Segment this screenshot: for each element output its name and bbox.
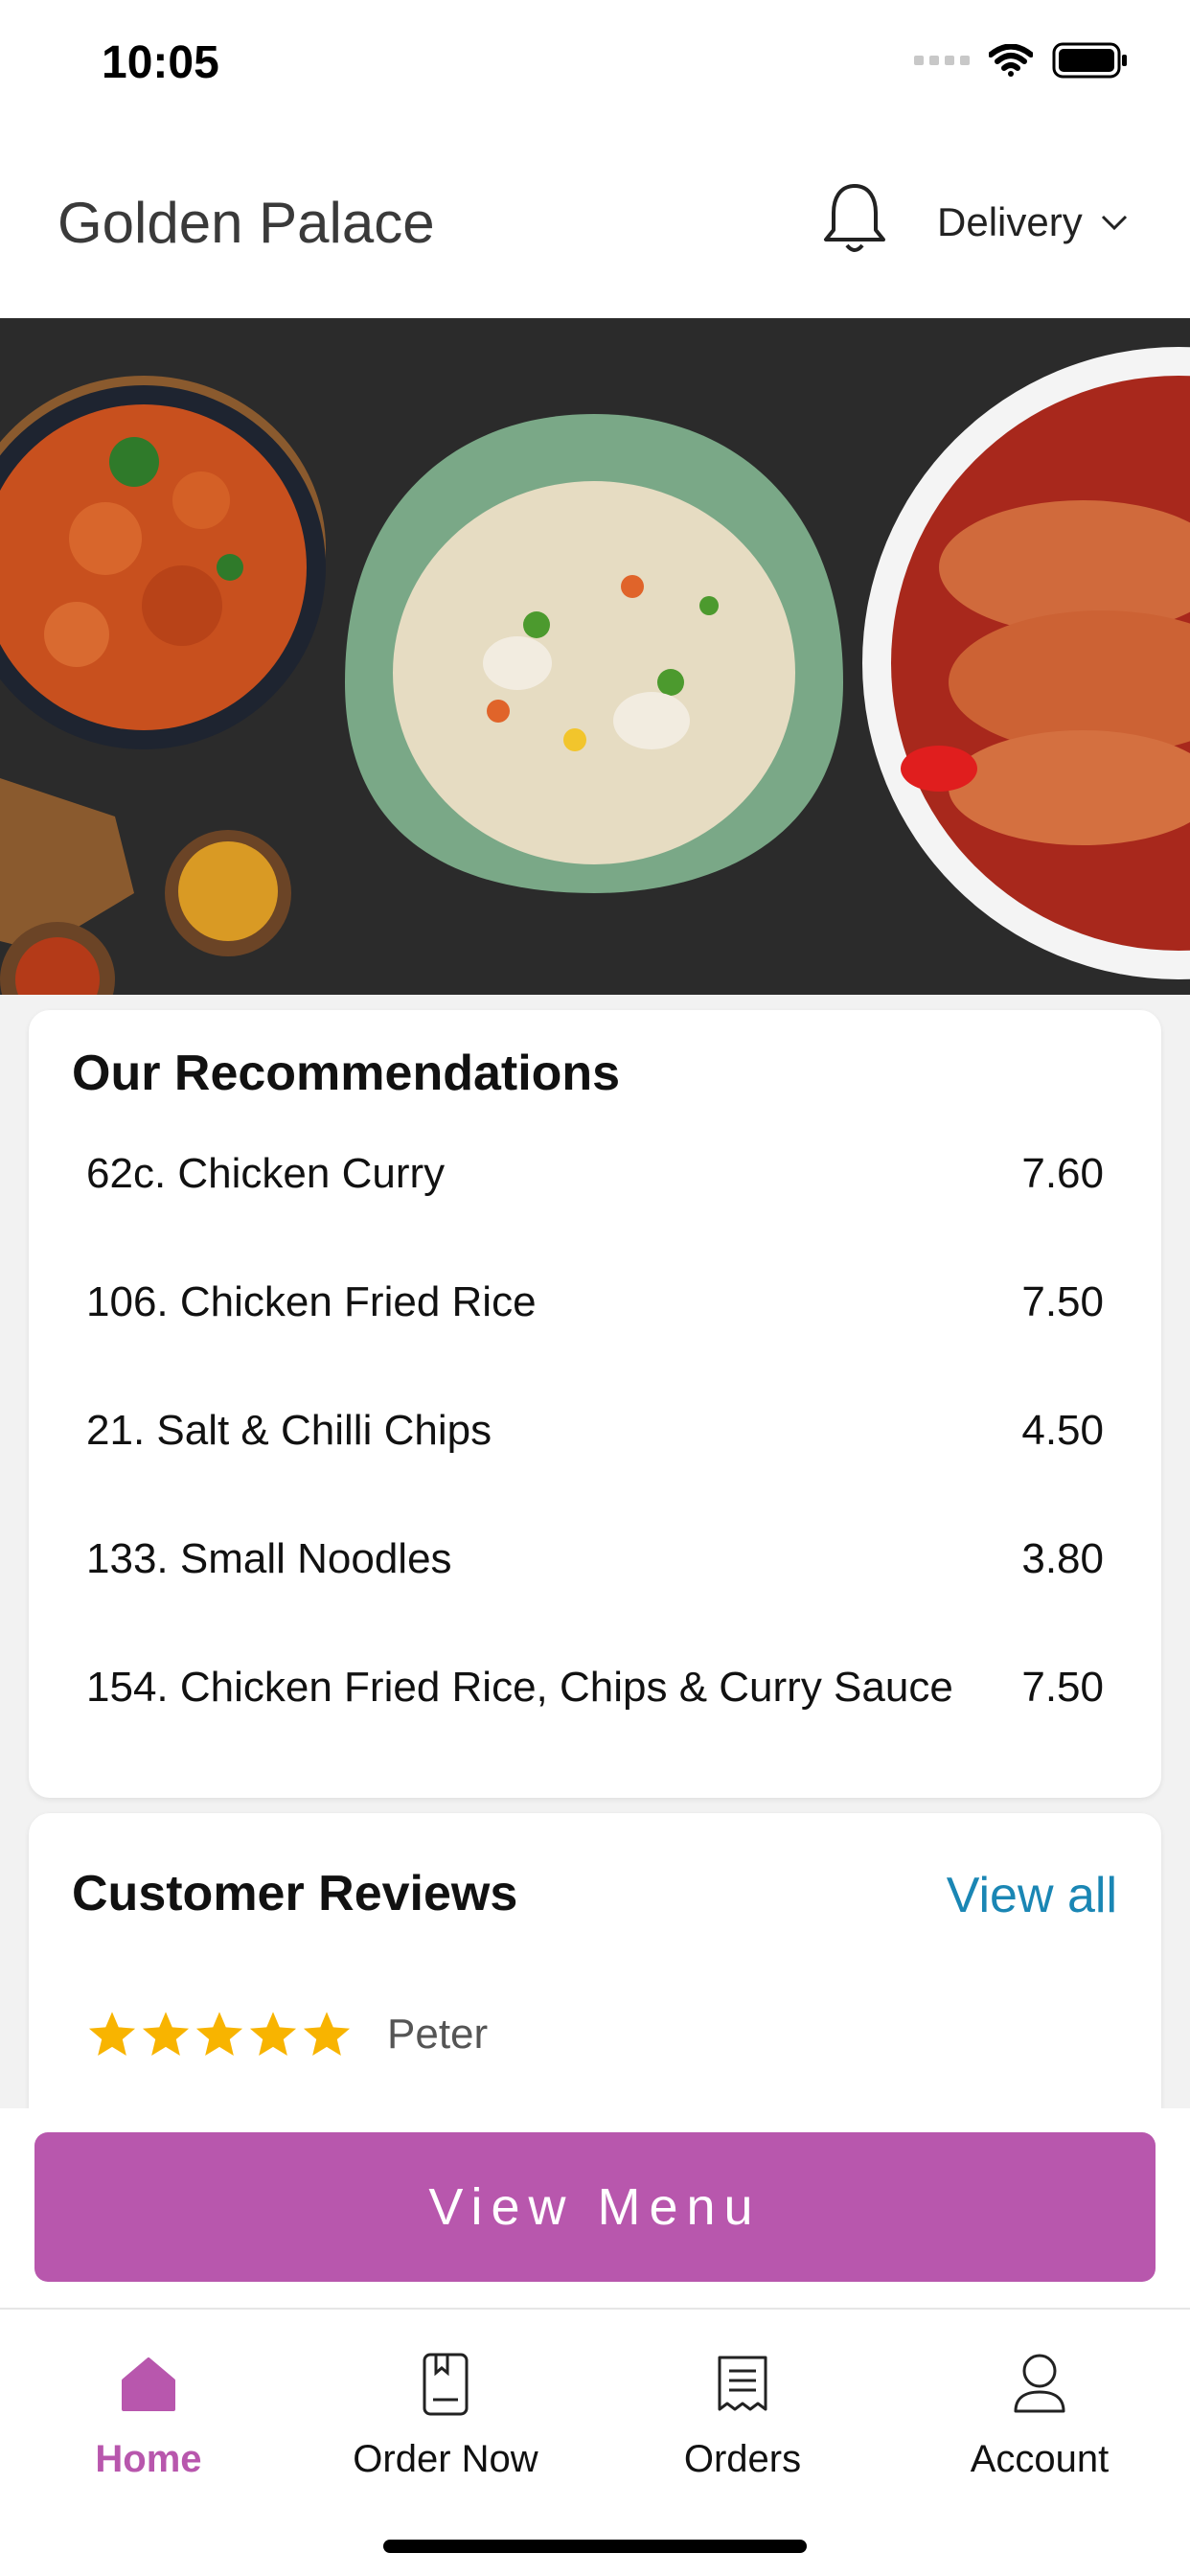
recommendations-list: 62c. Chicken Curry 7.60 106. Chicken Fri…: [86, 1150, 1104, 1792]
status-time: 10:05: [102, 37, 219, 88]
item-name: 62c. Chicken Curry: [86, 1150, 446, 1197]
order-mode-dropdown[interactable]: Delivery: [937, 199, 1129, 245]
tab-account[interactable]: Account: [915, 2348, 1164, 2481]
list-item[interactable]: 106. Chicken Fried Rice 7.50: [86, 1278, 1104, 1407]
item-name: 154. Chicken Fried Rice, Chips & Curry S…: [86, 1664, 953, 1711]
tab-orders[interactable]: Orders: [618, 2348, 867, 2481]
tab-order-now[interactable]: Order Now: [321, 2348, 570, 2481]
item-price: 7.50: [1021, 1278, 1104, 1325]
item-name: 21. Salt & Chilli Chips: [86, 1407, 492, 1454]
view-all-link[interactable]: View all: [947, 1867, 1117, 1924]
tab-home[interactable]: Home: [24, 2348, 273, 2481]
hero-food-image: [0, 318, 1190, 995]
cta-area: View Menu: [0, 2108, 1190, 2308]
reviews-title: Customer Reviews: [72, 1866, 518, 1921]
star-icon: [249, 2012, 297, 2057]
view-menu-button[interactable]: View Menu: [34, 2132, 1156, 2282]
bell-icon[interactable]: [822, 180, 887, 257]
tab-label: Orders: [683, 2438, 802, 2480]
reviewer-name: Peter: [387, 2011, 489, 2058]
item-price: 7.60: [1021, 1150, 1104, 1197]
list-item[interactable]: 21. Salt & Chilli Chips 4.50: [86, 1407, 1104, 1535]
list-item[interactable]: 62c. Chicken Curry 7.60: [86, 1150, 1104, 1278]
star-rating: [86, 2009, 353, 2060]
star-icon: [88, 2012, 136, 2057]
item-name: 133. Small Noodles: [86, 1535, 452, 1582]
menu-book-icon: [422, 2348, 469, 2421]
tab-label: Home: [95, 2438, 202, 2480]
user-icon: [1012, 2348, 1067, 2421]
recommendations-card: Our Recommendations 62c. Chicken Curry 7…: [29, 1010, 1161, 1798]
item-price: 3.80: [1021, 1535, 1104, 1582]
app-header: Golden Palace Delivery: [0, 126, 1190, 318]
customer-reviews-card: Customer Reviews View all Peter: [29, 1813, 1161, 2129]
battery-icon: [1052, 42, 1127, 79]
bottom-tab-bar: Home Order Now Orders Account: [0, 2308, 1190, 2576]
chevron-down-icon: [1101, 215, 1127, 231]
order-mode-label: Delivery: [937, 199, 1083, 244]
cellular-signal-icon: [914, 56, 970, 65]
list-item[interactable]: 133. Small Noodles 3.80: [86, 1535, 1104, 1664]
restaurant-name: Golden Palace: [57, 191, 435, 255]
tab-label: Order Now: [353, 2438, 538, 2480]
item-price: 7.50: [1021, 1664, 1104, 1711]
tab-label: Account: [970, 2438, 1110, 2480]
star-icon: [195, 2012, 243, 2057]
receipt-icon: [716, 2348, 769, 2421]
home-icon: [118, 2348, 179, 2421]
star-icon: [303, 2012, 351, 2057]
status-icons: [914, 42, 1129, 79]
list-item[interactable]: 154. Chicken Fried Rice, Chips & Curry S…: [86, 1664, 1104, 1792]
star-icon: [142, 2012, 190, 2057]
review-item[interactable]: Peter: [86, 2009, 488, 2060]
item-price: 4.50: [1021, 1407, 1104, 1454]
wifi-icon: [989, 44, 1033, 77]
recommendations-title: Our Recommendations: [72, 1046, 621, 1101]
status-bar: 10:05: [0, 0, 1190, 126]
home-indicator: [383, 2540, 807, 2553]
item-name: 106. Chicken Fried Rice: [86, 1278, 537, 1325]
